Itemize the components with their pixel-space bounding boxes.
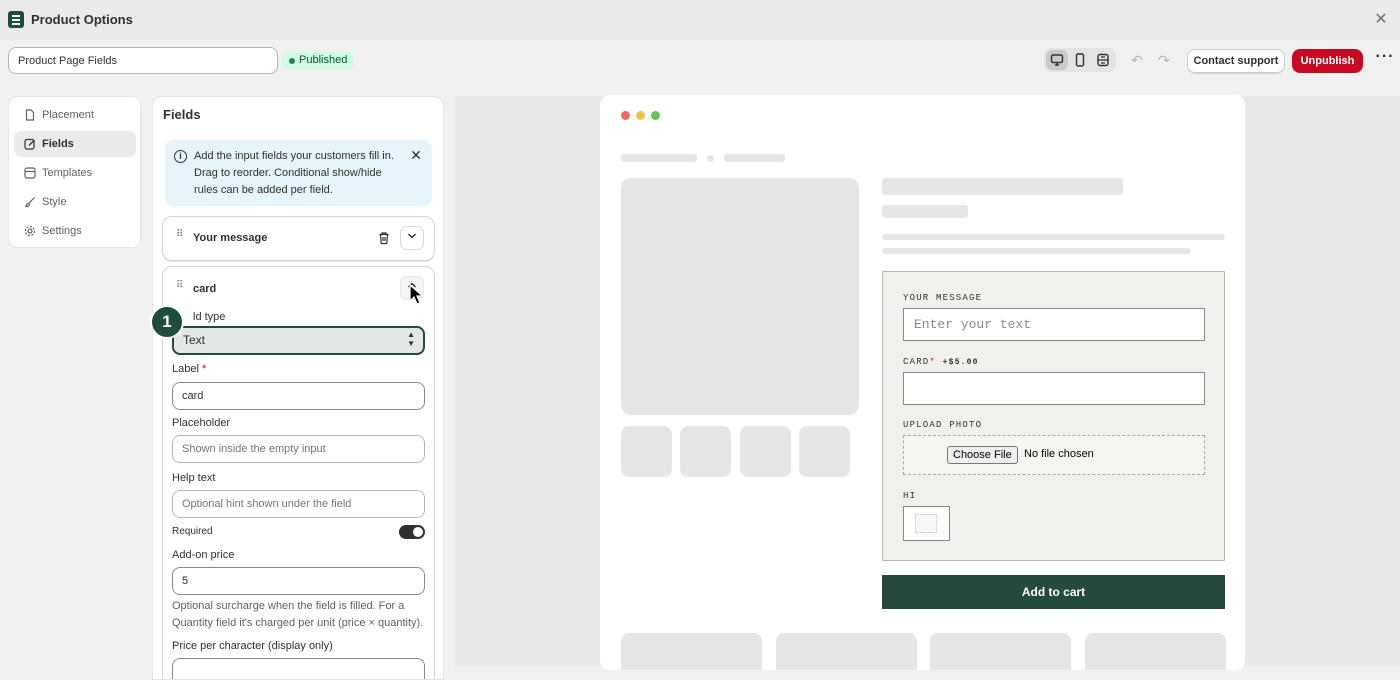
message-placeholder: Enter your text [914,317,1032,332]
window-title: Product Options [31,12,133,27]
card-input[interactable] [903,372,1205,405]
trash-icon[interactable] [376,230,392,246]
device-toggle-group [1044,48,1116,72]
help-text-label: Help text [172,472,216,484]
undo-icon[interactable]: ↶ [1129,52,1145,68]
required-label: Required [172,526,213,537]
chevron-down-icon[interactable] [400,226,424,250]
gear-icon [24,225,36,237]
skeleton-thumbnail [740,426,791,477]
drag-handle-icon[interactable]: ⠿ [176,230,184,245]
skeleton-separator [707,155,714,162]
panel-heading: Fields [163,107,201,122]
skeleton-thumbnail [680,426,731,477]
card-field-label: CARD* +$5.00 [903,357,979,367]
skeleton-text-line [882,234,1225,240]
fields-panel: Fields i Add the input fields your custo… [152,96,444,680]
red-dot [621,111,630,120]
skeleton-card [1085,633,1226,670]
close-icon[interactable]: ✕ [1372,11,1390,29]
sidebar-item-settings[interactable]: Settings [14,218,136,244]
help-text-input[interactable] [172,490,425,518]
field-name: Your message [193,232,268,244]
field-type-label: ld type [193,311,226,323]
drag-handle-icon[interactable]: ⠿ [176,281,184,296]
upload-dropzone[interactable]: Choose File No file chosen [903,435,1205,475]
desktop-icon[interactable] [1046,50,1068,70]
app-logo-icon [8,11,24,28]
contact-support-button[interactable]: Contact support [1187,49,1285,73]
skeleton-price [882,205,968,218]
required-toggle[interactable] [399,525,425,539]
choose-file-button[interactable]: Choose File [947,446,1018,464]
placeholder-input[interactable] [172,435,425,463]
info-text: Add the input fields your customers fill… [194,150,394,196]
message-field-label: YOUR MESSAGE [903,293,983,303]
skeleton-breadcrumb [621,154,697,162]
unpublish-button[interactable]: Unpublish [1292,49,1363,73]
sidebar-item-label: Templates [42,167,93,179]
sidebar-item-placement[interactable]: Placement [14,102,136,128]
addon-price-input[interactable] [172,567,425,595]
skeleton-card [930,633,1071,670]
label-field-label: Label * [172,363,207,375]
edit-icon [24,138,35,150]
fullwidth-icon[interactable] [1092,50,1114,70]
skeleton-card [776,633,917,670]
message-input[interactable]: Enter your text [903,308,1205,341]
title-bar: Product Options ✕ [0,0,1400,40]
sidebar-item-label: Placement [42,109,94,121]
page-icon [25,109,35,121]
label-input[interactable] [172,382,425,410]
select-value: Text [183,333,206,347]
skeleton-thumbnail [621,426,672,477]
skeleton-thumbnail [799,426,850,477]
skeleton-product-image [621,178,859,415]
info-banner: i Add the input fields your customers fi… [165,140,432,206]
more-actions-icon[interactable]: ··· [1374,49,1396,70]
sidebar-item-templates[interactable]: Templates [14,160,136,186]
skeleton-breadcrumb [724,154,785,162]
redo-icon[interactable]: ↷ [1156,52,1172,68]
addon-price-label: Add-on price [172,549,235,561]
skeleton-text-line [882,248,1191,254]
mobile-icon[interactable] [1069,50,1091,70]
image-placeholder-icon [915,514,937,533]
storefront-preview: YOUR MESSAGE Enter your text CARD* +$5.0… [600,95,1245,670]
sidebar-item-label: Fields [42,138,74,150]
sidebar-nav: Placement Fields Templates Style Setting… [8,96,141,248]
mouse-cursor-icon [409,284,424,305]
status-badge: Published [282,52,355,69]
close-icon[interactable]: ✕ [409,147,423,163]
image-swatch[interactable] [903,506,950,541]
brush-icon [25,197,35,208]
no-file-text: No file chosen [1024,448,1094,460]
product-options-form: YOUR MESSAGE Enter your text CARD* +$5.0… [882,271,1225,561]
skeleton-title [882,178,1123,195]
placeholder-label: Placeholder [172,417,231,429]
sidebar-item-style[interactable]: Style [14,189,136,215]
sidebar-item-fields[interactable]: Fields [14,131,136,157]
add-to-cart-button[interactable]: Add to cart [882,575,1225,609]
sidebar-item-label: Style [42,196,67,208]
skeleton-card [621,633,762,670]
sidebar-item-label: Settings [42,225,82,237]
field-set-name-input[interactable] [8,47,278,74]
upload-photo-label: UPLOAD PHOTO [903,420,983,430]
select-arrows-icon: ▲ ▼ [407,330,415,348]
price-per-character-label: Price per character (display only) [172,640,333,652]
step-badge: 1 [150,305,184,339]
field-name: card [193,283,217,295]
field-type-select[interactable]: Text ▲ ▼ [172,326,425,355]
template-icon [24,167,36,179]
info-icon: i [174,150,187,163]
field-row-your-message[interactable]: ⠿ Your message [162,216,435,261]
green-dot [651,111,660,120]
addon-help-text: Optional surcharge when the field is fil… [172,600,424,629]
price-per-character-input[interactable] [172,658,425,679]
yellow-dot [636,111,645,120]
field-editor-card: ⠿ card ld type Text ▲▼ Label * Placehold… [162,266,435,679]
hi-field-label: HI [903,491,917,501]
